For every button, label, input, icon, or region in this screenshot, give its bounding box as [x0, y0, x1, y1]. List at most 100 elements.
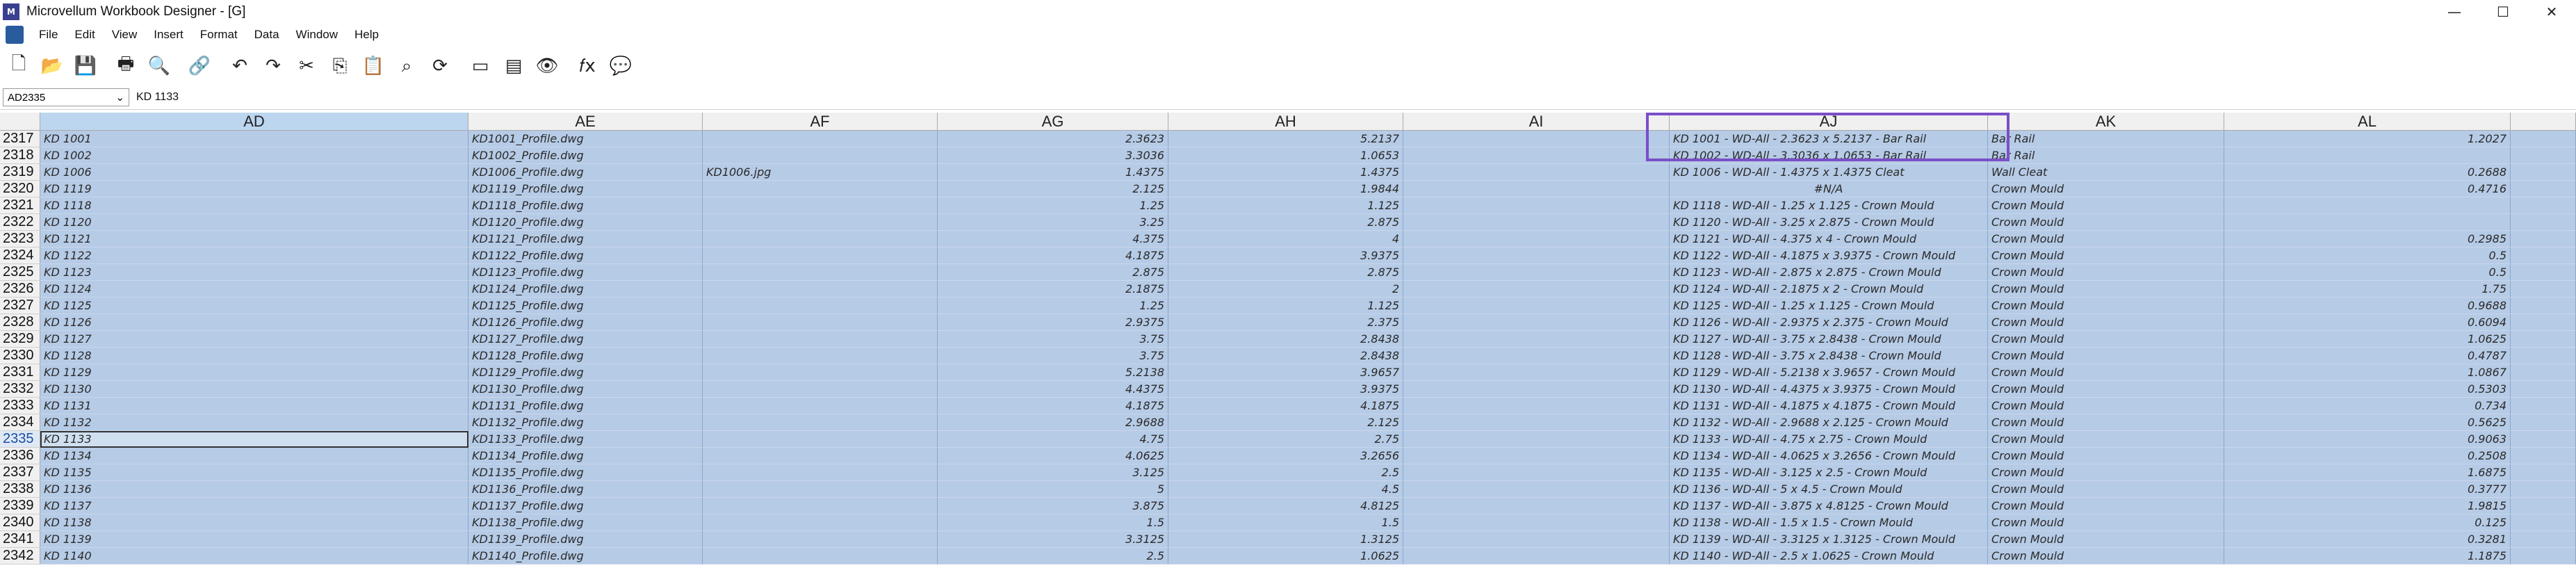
table-cell[interactable]: 2.9688	[938, 414, 1168, 431]
table-cell[interactable]: 2.125	[938, 181, 1168, 197]
table-cell[interactable]: 0.4716	[2224, 181, 2511, 197]
table-cell[interactable]: 4.75	[938, 431, 1168, 448]
table-cell[interactable]	[703, 481, 938, 498]
table-cell[interactable]: 0.3777	[2224, 481, 2511, 498]
table-cell[interactable]: KD1133_Profile.dwg	[468, 431, 703, 448]
table-cell[interactable]	[2511, 147, 2576, 164]
table-cell[interactable]: KD 1125 - WD-All - 1.25 x 1.125 - Crown …	[1670, 298, 1988, 314]
menu-window[interactable]: Window	[288, 28, 346, 42]
table-cell[interactable]: KD1128_Profile.dwg	[468, 348, 703, 364]
table-cell[interactable]: 5.2137	[1168, 131, 1403, 147]
table-cell[interactable]: KD 1123	[40, 264, 468, 281]
minimize-button[interactable]: —	[2430, 0, 2479, 23]
undo-icon[interactable]: ↶	[225, 51, 254, 81]
table-cell[interactable]: Crown Mould	[1988, 214, 2224, 231]
table-cell[interactable]: KD1131_Profile.dwg	[468, 398, 703, 414]
menu-help[interactable]: Help	[346, 28, 387, 42]
table-cell[interactable]: 2	[1168, 281, 1403, 298]
table-cell[interactable]: Crown Mould	[1988, 197, 2224, 214]
table-cell[interactable]	[703, 314, 938, 331]
table-cell[interactable]: Crown Mould	[1988, 298, 2224, 314]
table-cell[interactable]: KD1002_Profile.dwg	[468, 147, 703, 164]
table-cell[interactable]: KD 1138	[40, 514, 468, 531]
column-header[interactable]: AJ	[1670, 113, 1988, 131]
table-cell[interactable]	[703, 264, 938, 281]
table-cell[interactable]: 2.375	[1168, 314, 1403, 331]
copy-icon[interactable]: ⎘	[325, 51, 354, 81]
table-cell[interactable]	[1403, 298, 1670, 314]
table-cell[interactable]	[2511, 531, 2576, 548]
row-header[interactable]: 2337	[0, 464, 40, 481]
table-cell[interactable]	[2224, 147, 2511, 164]
table-cell[interactable]: KD 1126 - WD-All - 2.9375 x 2.375 - Crow…	[1670, 314, 1988, 331]
table-cell[interactable]	[1403, 398, 1670, 414]
table-cell[interactable]: 2.875	[1168, 214, 1403, 231]
row-header[interactable]: 2331	[0, 364, 40, 381]
table-cell[interactable]	[1403, 231, 1670, 248]
table-cell[interactable]	[1403, 164, 1670, 181]
row-header[interactable]: 2323	[0, 231, 40, 248]
table-cell[interactable]: 1.2027	[2224, 131, 2511, 147]
table-cell[interactable]: KD 1134	[40, 448, 468, 464]
maximize-button[interactable]: ☐	[2479, 0, 2527, 23]
table-cell[interactable]: 1.25	[938, 197, 1168, 214]
table-cell[interactable]: 3.3125	[938, 531, 1168, 548]
table-cell[interactable]	[1403, 281, 1670, 298]
table-cell[interactable]	[2511, 298, 2576, 314]
row-header[interactable]: 2322	[0, 214, 40, 231]
table-cell[interactable]: Crown Mould	[1988, 331, 2224, 348]
column-header[interactable]: AL	[2224, 113, 2511, 131]
table-cell[interactable]: 4.4375	[938, 381, 1168, 398]
table-cell[interactable]: KD 1132	[40, 414, 468, 431]
table-cell[interactable]	[1403, 448, 1670, 464]
select-all-corner[interactable]	[0, 113, 40, 131]
table-cell[interactable]: KD1127_Profile.dwg	[468, 331, 703, 348]
table-cell[interactable]: KD 1134 - WD-All - 4.0625 x 3.2656 - Cro…	[1670, 448, 1988, 464]
table-cell[interactable]: 3.9375	[1168, 381, 1403, 398]
table-cell[interactable]	[1403, 548, 1670, 565]
column-header[interactable]: AE	[468, 113, 703, 131]
table-cell[interactable]: KD 1002	[40, 147, 468, 164]
table-cell[interactable]: 0.2688	[2224, 164, 2511, 181]
table-cell[interactable]: Wall Cleat	[1988, 164, 2224, 181]
table-cell[interactable]: KD1119_Profile.dwg	[468, 181, 703, 197]
table-cell[interactable]: 4.1875	[938, 248, 1168, 264]
formula-input[interactable]: KD 1133	[136, 91, 179, 104]
refresh-icon[interactable]: ⟳	[425, 51, 455, 81]
table-cell[interactable]: 3.9657	[1168, 364, 1403, 381]
table-cell[interactable]: 0.5303	[2224, 381, 2511, 398]
table-cell[interactable]	[703, 514, 938, 531]
row-header[interactable]: 2335	[0, 431, 40, 448]
table-cell[interactable]: KD 1124 - WD-All - 2.1875 x 2 - Crown Mo…	[1670, 281, 1988, 298]
table-cell[interactable]	[2511, 281, 2576, 298]
table-cell[interactable]	[2511, 264, 2576, 281]
table-cell[interactable]: Crown Mould	[1988, 414, 2224, 431]
table-cell[interactable]	[2511, 431, 2576, 448]
table-cell[interactable]: KD 1136 - WD-All - 5 x 4.5 - Crown Mould	[1670, 481, 1988, 498]
column-header[interactable]: AF	[703, 113, 938, 131]
table-cell[interactable]	[1403, 364, 1670, 381]
table-cell[interactable]: Crown Mould	[1988, 498, 2224, 514]
menu-data[interactable]: Data	[246, 28, 288, 42]
table-cell[interactable]: 1.5	[1168, 514, 1403, 531]
table-cell[interactable]: KD1139_Profile.dwg	[468, 531, 703, 548]
save-icon[interactable]: 💾	[71, 51, 100, 81]
table-cell[interactable]: 1.0625	[1168, 548, 1403, 565]
table-cell[interactable]: KD 1137	[40, 498, 468, 514]
table-cell[interactable]	[2511, 181, 2576, 197]
table-cell[interactable]: Crown Mould	[1988, 431, 2224, 448]
table-cell[interactable]: Bar Rail	[1988, 131, 2224, 147]
table-cell[interactable]	[703, 548, 938, 565]
row-header[interactable]: 2318	[0, 147, 40, 164]
layout-icon[interactable]: ▤	[499, 51, 528, 81]
table-cell[interactable]: Crown Mould	[1988, 348, 2224, 364]
table-cell[interactable]	[703, 381, 938, 398]
table-cell[interactable]	[703, 331, 938, 348]
table-cell[interactable]: 1.25	[938, 298, 1168, 314]
eye-icon[interactable]: 👁	[532, 51, 562, 81]
table-cell[interactable]: KD 1006 - WD-All - 1.4375 x 1.4375 Cleat	[1670, 164, 1988, 181]
table-cell[interactable]: KD 1006	[40, 164, 468, 181]
table-cell[interactable]: KD 1118 - WD-All - 1.25 x 1.125 - Crown …	[1670, 197, 1988, 214]
table-cell[interactable]: 1.125	[1168, 298, 1403, 314]
table-cell[interactable]: Crown Mould	[1988, 481, 2224, 498]
